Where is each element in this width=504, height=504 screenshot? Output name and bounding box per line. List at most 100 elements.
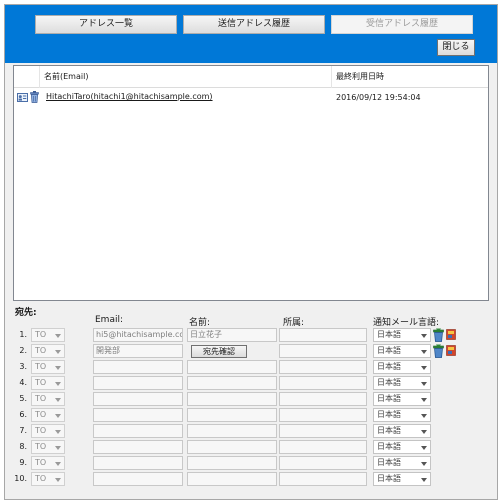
affiliation-field[interactable] [279, 440, 367, 454]
name-field[interactable] [187, 440, 277, 454]
header-name-column[interactable]: 名前(Email) [40, 66, 332, 88]
chevron-down-icon [55, 366, 61, 370]
tab-sent-history[interactable]: 送信アドレス履歴 [183, 15, 325, 34]
recipient-type-select[interactable]: TO [31, 440, 65, 454]
recipient-type-value: TO [35, 346, 47, 355]
name-field[interactable] [187, 392, 277, 406]
notify-language-value: 日本語 [377, 410, 401, 419]
chevron-down-icon [55, 462, 61, 466]
trash-icon[interactable] [30, 91, 39, 103]
notify-language-select[interactable]: 日本語 [373, 472, 431, 486]
recipient-type-select[interactable]: TO [31, 360, 65, 374]
notify-language-value: 日本語 [377, 458, 401, 467]
affiliation-field[interactable] [279, 376, 367, 390]
notify-language-select[interactable]: 日本語 [373, 456, 431, 470]
header-last-used-column[interactable]: 最終利用日時 [332, 66, 488, 88]
email-field[interactable] [93, 392, 183, 406]
email-field[interactable]: 開発部 [93, 344, 183, 358]
recipient-type-value: TO [35, 474, 47, 483]
name-field[interactable]: 日立花子 [187, 328, 277, 342]
notify-language-select[interactable]: 日本語 [373, 440, 431, 454]
affiliation-field[interactable] [279, 328, 367, 342]
destination-title: 宛先: [15, 308, 37, 318]
notify-language-select[interactable]: 日本語 [373, 360, 431, 374]
chevron-down-icon [421, 382, 427, 386]
notify-language-select[interactable]: 日本語 [373, 392, 431, 406]
recipient-type-select[interactable]: TO [31, 392, 65, 406]
name-field[interactable] [187, 456, 277, 470]
email-field[interactable] [93, 424, 183, 438]
chevron-down-icon [421, 350, 427, 354]
row-number: 5. [19, 394, 27, 403]
notify-language-value: 日本語 [377, 362, 401, 371]
notify-language-value: 日本語 [377, 346, 401, 355]
affiliation-field[interactable] [279, 392, 367, 406]
address-book-icon[interactable] [446, 344, 457, 358]
recipient-type-value: TO [35, 458, 47, 467]
chevron-down-icon [421, 462, 427, 466]
list-item[interactable]: HitachiTaro(hitachi1@hitachisample.com) … [14, 90, 488, 106]
recipient-type-select[interactable]: TO [31, 456, 65, 470]
email-field[interactable]: hi5@hitachisample.com [93, 328, 183, 342]
notify-language-value: 日本語 [377, 474, 401, 483]
name-field[interactable] [187, 408, 277, 422]
email-field[interactable] [93, 376, 183, 390]
notify-language-select[interactable]: 日本語 [373, 408, 431, 422]
header-bar: アドレス一覧 送信アドレス履歴 受信アドレス履歴 閉じる [5, 5, 497, 63]
tab-received-history[interactable]: 受信アドレス履歴 [331, 15, 473, 34]
row-number: 9. [19, 458, 27, 467]
notify-language-select[interactable]: 日本語 [373, 424, 431, 438]
address-book-icon[interactable] [446, 328, 457, 342]
chevron-down-icon [421, 398, 427, 402]
chevron-down-icon [55, 414, 61, 418]
name-field[interactable] [187, 424, 277, 438]
affiliation-field[interactable] [279, 360, 367, 374]
name-field[interactable] [187, 472, 277, 486]
trash-icon[interactable] [433, 344, 444, 358]
affiliation-field[interactable] [279, 424, 367, 438]
notify-language-select[interactable]: 日本語 [373, 344, 431, 358]
recipient-type-select[interactable]: TO [31, 344, 65, 358]
row-number: 1. [19, 330, 27, 339]
recipient-type-select[interactable]: TO [31, 376, 65, 390]
email-field[interactable] [93, 408, 183, 422]
recipient-type-select[interactable]: TO [31, 472, 65, 486]
header-icon-column [14, 66, 40, 88]
recipient-type-select[interactable]: TO [31, 424, 65, 438]
name-field[interactable] [187, 376, 277, 390]
address-history-list[interactable]: 名前(Email) 最終利用日時 HitachiTaro(hitachi1@hi… [13, 65, 489, 301]
email-field[interactable] [93, 360, 183, 374]
recipient-type-value: TO [35, 362, 47, 371]
notify-language-select[interactable]: 日本語 [373, 328, 431, 342]
email-column-label: Email: [95, 315, 124, 325]
email-field[interactable] [93, 472, 183, 486]
tab-address-list[interactable]: アドレス一覧 [35, 15, 177, 34]
recipient-type-select[interactable]: TO [31, 328, 65, 342]
close-button[interactable]: 閉じる [437, 39, 475, 56]
name-field[interactable] [187, 360, 277, 374]
address-card-icon [17, 93, 28, 102]
notify-language-value: 日本語 [377, 378, 401, 387]
trash-icon[interactable] [433, 328, 444, 342]
affiliation-field[interactable] [279, 408, 367, 422]
destination-row: 10. TO 日本語 [5, 472, 497, 486]
chevron-down-icon [421, 430, 427, 434]
chevron-down-icon [55, 398, 61, 402]
list-item-name[interactable]: HitachiTaro(hitachi1@hitachisample.com) [46, 92, 213, 101]
notify-language-select[interactable]: 日本語 [373, 376, 431, 390]
recipient-type-select[interactable]: TO [31, 408, 65, 422]
chevron-down-icon [55, 334, 61, 338]
destination-row: 4. TO 日本語 [5, 376, 497, 390]
affiliation-field[interactable] [279, 456, 367, 470]
affiliation-field[interactable] [279, 344, 367, 358]
recipient-type-value: TO [35, 442, 47, 451]
name-column-label: 名前: [189, 318, 211, 328]
destination-row: 8. TO 日本語 [5, 440, 497, 454]
affiliation-field[interactable] [279, 472, 367, 486]
chevron-down-icon [55, 446, 61, 450]
email-field[interactable] [93, 440, 183, 454]
email-field[interactable] [93, 456, 183, 470]
destination-row: 2. TO 開発部 宛先確認 日本語 [5, 344, 497, 358]
confirm-destination-button[interactable]: 宛先確認 [191, 345, 247, 358]
chevron-down-icon [55, 382, 61, 386]
